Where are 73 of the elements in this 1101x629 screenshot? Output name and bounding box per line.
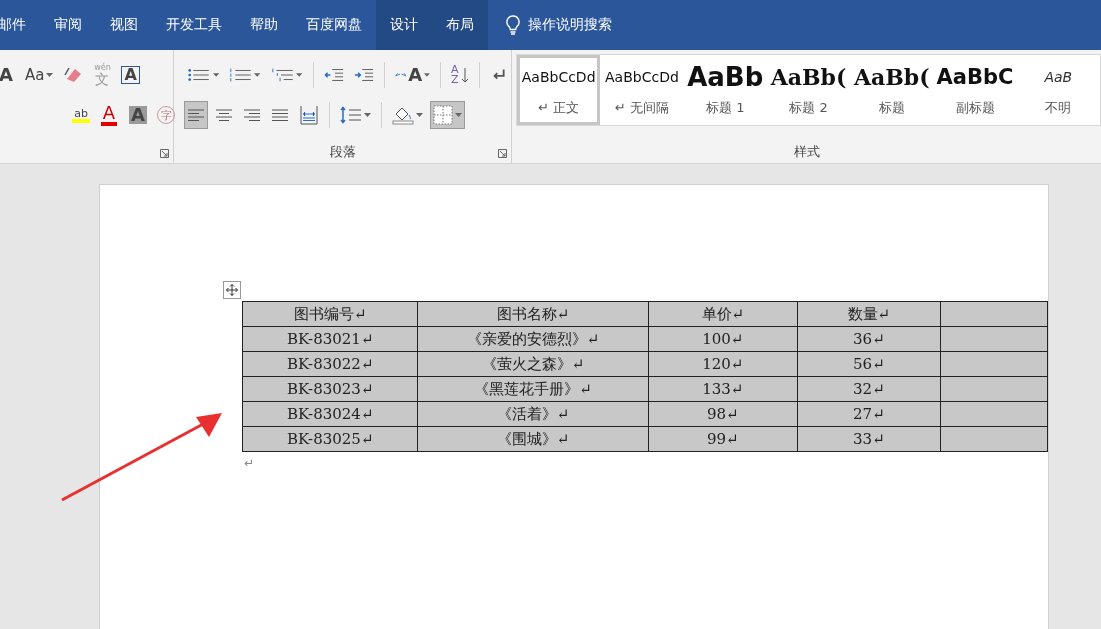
decrease-indent-icon [323,66,344,84]
increase-indent-icon [353,66,374,84]
bullets-icon [187,66,211,84]
grow-font-button[interactable]: A [0,61,18,89]
highlight-button[interactable]: ab [70,101,94,129]
caret-icon [212,73,219,77]
table-cell: 《黑莲花手册》↵ [417,376,649,402]
group-title: 段落 [329,143,356,161]
caret-icon [364,113,371,117]
caret-icon [424,73,430,77]
paint-bucket-icon [392,105,414,125]
align-left-button[interactable] [184,101,208,129]
table-cell: BK-83022↵ [242,351,418,377]
column-header: 图书编号↵ [242,301,418,327]
table-cell: 98↵ [648,401,798,427]
ribbon-tab[interactable]: 百度网盘 [292,0,376,50]
table-cell: 133↵ [648,376,798,402]
table-cell: 120↵ [648,351,798,377]
style-item[interactable]: AaBbCcDd ↵ 正文 [517,55,601,125]
numbered-list-icon [228,66,253,84]
table-cell: 32↵ [797,376,941,402]
table-cell: BK-83021↵ [242,326,418,352]
column-header: 单价↵ [648,301,798,327]
ribbon-tab[interactable]: 开发工具 [152,0,236,50]
align-left-icon [187,107,205,123]
table-cell: 56↵ [797,351,941,377]
dialog-launcher-icon[interactable] [498,149,507,158]
caret-icon [46,73,54,77]
caret-icon [254,73,261,77]
search-field[interactable]: 操作说明搜索 [528,16,612,34]
align-right-icon [243,107,261,123]
move-icon [226,284,238,296]
distributed-align-icon [299,105,319,125]
table-cell: 《活着》↵ [417,401,649,427]
dialog-launcher-icon[interactable] [160,149,169,158]
justify-icon [271,107,289,123]
table-cell: BK-83025↵ [242,426,418,452]
ribbon-tab[interactable]: 布局 [432,0,488,50]
change-case-button[interactable]: Aa [22,61,57,89]
caret-icon [416,113,423,117]
down-arrow-icon [460,67,469,83]
font-color-button[interactable]: A [98,101,122,129]
line-spacing-icon [340,106,362,124]
asian-layout-button[interactable]: A [391,61,433,89]
borders-icon [433,105,453,125]
table-cell: 33↵ [797,426,941,452]
table-cell: 27↵ [797,401,941,427]
column-header: 数量↵ [797,301,941,327]
table-move-handle[interactable] [223,281,241,299]
multilevel-list-icon [270,66,295,84]
group-title: 样式 [793,143,820,161]
sort-button[interactable]: A Z [447,61,472,89]
paragraph-mark: ↵ [244,456,255,470]
table-cell: 99↵ [648,426,798,452]
character-border-button[interactable]: A [118,61,143,89]
table-cell: BK-83023↵ [242,376,418,402]
table-cell: 36↵ [797,326,941,352]
table-cell: 100↵ [648,326,798,352]
column-header: 图书名称↵ [417,301,649,327]
table-cell: 《亲爱的安德烈》↵ [417,326,649,352]
caret-icon [296,73,303,77]
ribbon-tab[interactable]: 审阅 [40,0,96,50]
ribbon-tab[interactable]: 帮助 [236,0,292,50]
table-cell: BK-83024↵ [242,401,418,427]
align-center-icon [215,107,233,123]
arrows-icon [394,72,407,78]
table-cell: 《围城》↵ [417,426,649,452]
eraser-icon [63,65,84,85]
caret-icon [455,113,462,117]
table-cell: 《萤火之森》↵ [417,351,649,377]
ribbon-tab[interactable]: 视图 [96,0,152,50]
ribbon-tab[interactable]: 设计 [376,0,432,50]
lightbulb-icon [506,15,520,35]
